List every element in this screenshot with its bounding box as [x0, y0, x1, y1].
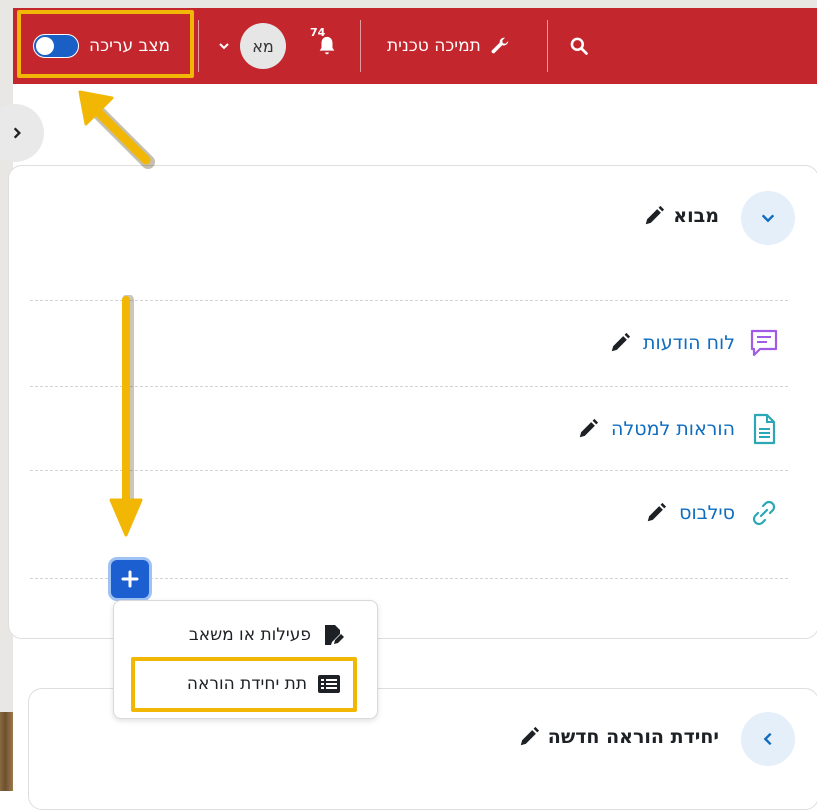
notifications-button[interactable]: 74 [310, 8, 338, 84]
section-title-text: יחידת הוראה חדשה [547, 726, 719, 748]
tech-support-link[interactable]: תמיכה טכנית [387, 8, 511, 84]
user-menu[interactable]: מא [218, 8, 286, 84]
section-collapse-button[interactable] [741, 191, 795, 245]
chevron-down-icon [219, 43, 229, 50]
annotation-arrow-icon [78, 90, 155, 169]
background-wood [0, 712, 13, 791]
activity-link[interactable]: סילבוס [679, 502, 735, 524]
menu-item-label: פעילות או משאב [188, 625, 311, 645]
chevron-down-icon [761, 214, 775, 223]
section-title-text: מבוא [673, 205, 719, 227]
page-icon [753, 413, 776, 445]
pencil-icon[interactable] [609, 332, 631, 354]
activity-row[interactable]: לוח הודעות [609, 326, 781, 360]
search-icon [570, 37, 588, 55]
section-expand-button[interactable] [741, 712, 795, 766]
forum-icon [750, 329, 778, 357]
plus-icon [121, 570, 139, 588]
url-link-icon [752, 500, 776, 526]
chevron-left-icon [763, 732, 772, 746]
section-title[interactable]: מבוא [643, 205, 719, 227]
nav-divider [547, 20, 548, 72]
activity-row[interactable]: סילבוס [645, 496, 781, 530]
menu-item-activity-or-resource[interactable]: פעילות או משאב [189, 623, 345, 647]
activity-link[interactable]: הוראות למטלה [611, 418, 735, 440]
screen-frame-top [0, 0, 817, 8]
avatar[interactable]: מא [240, 23, 286, 69]
pencil-icon[interactable] [645, 502, 667, 524]
search-button[interactable] [569, 8, 589, 84]
subsection-highlight [131, 657, 357, 712]
chevron-right-icon [13, 127, 21, 139]
notification-count: 74 [310, 26, 326, 39]
file-edit-icon [325, 625, 344, 645]
edit-mode-highlight [17, 10, 194, 78]
pencil-icon[interactable] [518, 726, 540, 748]
pencil-icon[interactable] [577, 418, 599, 440]
nav-divider [360, 20, 361, 72]
course-index-toggle[interactable] [0, 104, 44, 162]
annotation-arrow-icon [109, 295, 143, 537]
tech-support-label: תמיכה טכנית [387, 36, 481, 56]
add-content-button[interactable] [111, 560, 149, 598]
section-title[interactable]: יחידת הוראה חדשה [518, 726, 719, 748]
activity-link[interactable]: לוח הודעות [643, 332, 735, 354]
nav-divider [198, 20, 199, 72]
pencil-icon[interactable] [643, 205, 665, 227]
wrench-icon [491, 37, 509, 54]
activity-row[interactable]: הוראות למטלה [577, 412, 781, 446]
